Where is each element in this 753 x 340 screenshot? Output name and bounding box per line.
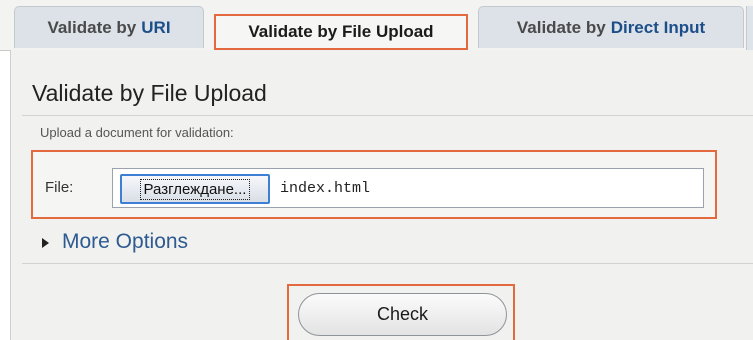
- page-title: Validate by File Upload: [32, 80, 267, 106]
- tab-uri-prefix: Validate by: [47, 17, 137, 37]
- tab-bar: Validate by URI Validate by File Upload …: [0, 0, 753, 51]
- tab-direct-accent: Direct Input: [610, 17, 706, 37]
- tab-uri-accent: URI: [141, 17, 171, 37]
- upload-description: Upload a document for validation:: [40, 125, 234, 140]
- tab-direct-prefix: Validate by: [516, 17, 606, 37]
- heading-divider: [22, 115, 753, 116]
- browse-button-label: Разглеждане...: [139, 178, 251, 200]
- tab-validate-by-direct-input[interactable]: Validate by Direct Input: [478, 6, 744, 48]
- selected-file-name: index.html: [280, 180, 371, 197]
- file-label: File:: [45, 179, 74, 196]
- tab-validate-by-uri[interactable]: Validate by URI: [14, 6, 204, 48]
- tab-validate-by-file-upload[interactable]: Validate by File Upload: [214, 14, 468, 50]
- triangle-right-icon: [42, 238, 49, 248]
- browse-button[interactable]: Разглеждане...: [120, 174, 270, 204]
- tab-file-upload-label: Validate by File Upload: [248, 22, 434, 41]
- check-button[interactable]: Check: [298, 293, 507, 336]
- tab-overflow-edge: [746, 6, 753, 50]
- options-divider: [22, 263, 753, 264]
- more-options-label: More Options: [62, 230, 189, 253]
